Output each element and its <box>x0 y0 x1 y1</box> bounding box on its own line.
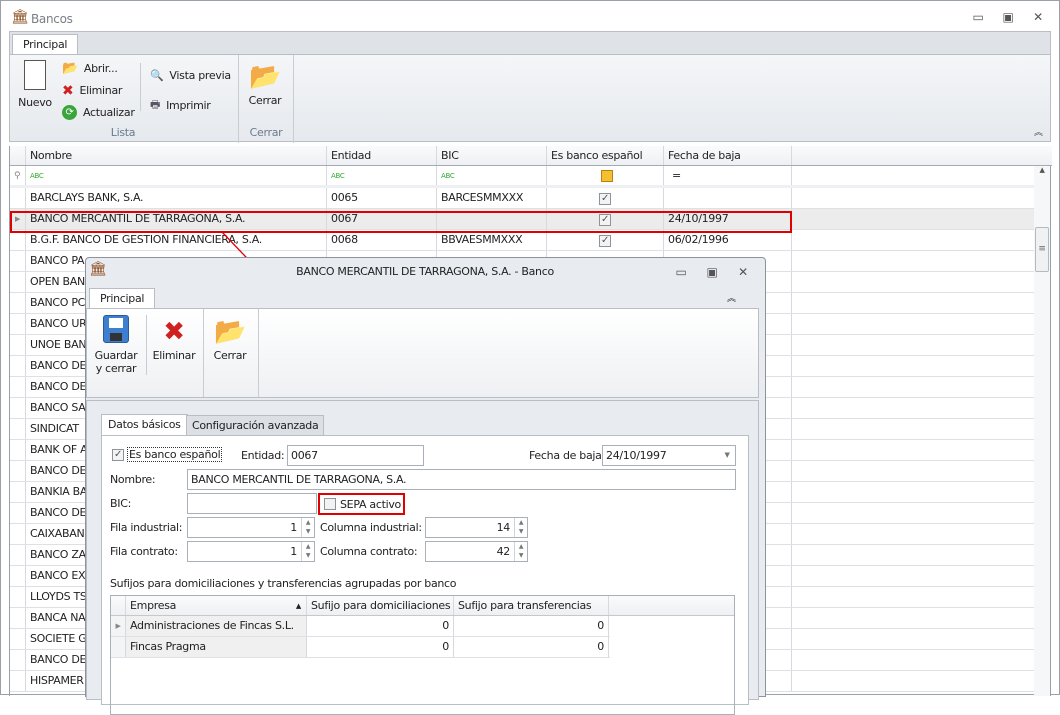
sepa-activo-label: SEPA activo <box>340 497 401 511</box>
guardar-cerrar-button[interactable]: Guardar y cerrar <box>91 315 141 375</box>
spin-arrows-icon[interactable]: ▲ ▼ <box>514 542 527 561</box>
dialog-close-button[interactable]: ✕ <box>734 264 752 280</box>
bic-label: BIC: <box>110 497 131 510</box>
empresa-header-label: Empresa <box>130 599 177 612</box>
nombre-label: Nombre: <box>110 473 156 486</box>
fecha-baja-value: 24/10/1997 <box>606 449 667 462</box>
columna-industrial-label: Columna industrial: <box>320 521 422 534</box>
columna-contrato-value: 42 <box>496 545 511 558</box>
folder-close-icon: 📂 <box>213 317 247 347</box>
spin-arrows-icon[interactable]: ▲ ▼ <box>301 518 314 537</box>
columna-industrial-spinner[interactable]: 14 ▲ ▼ <box>425 517 528 538</box>
sufijos-title: Sufijos para domiciliaciones y transfere… <box>110 577 457 590</box>
cell-sufijo-domiciliaciones: 0 <box>307 616 454 636</box>
bic-input[interactable] <box>187 493 317 514</box>
tab-configuracion-avanzada[interactable]: Configuración avanzada <box>186 415 325 435</box>
separator <box>258 309 259 397</box>
nombre-input[interactable]: BANCO MERCANTIL DE TARRAGONA, S.A. <box>187 469 736 490</box>
dialog-cerrar-button[interactable]: 📂 Cerrar <box>209 315 251 362</box>
delete-x-icon: ✖ <box>163 317 185 347</box>
sufijos-grid: Empresa ▲ Sufijo para domiciliaciones Suf… <box>110 595 735 715</box>
fila-industrial-label: Fila industrial: <box>110 521 183 534</box>
entidad-label: Entidad: <box>241 449 285 462</box>
sufijos-rows: ▶ Administraciones de Fincas S.L. 0 0 Fincas… <box>111 616 734 658</box>
fila-contrato-spinner[interactable]: 1 ▲ ▼ <box>187 541 315 562</box>
columna-industrial-value: 14 <box>496 521 511 534</box>
columna-contrato-spinner[interactable]: 42 ▲ ▼ <box>425 541 528 562</box>
fecha-baja-input[interactable]: 24/10/1997 ▼ <box>602 445 736 466</box>
spin-arrows-icon[interactable]: ▲ ▼ <box>514 518 527 537</box>
es-banco-label: Es banco español <box>127 447 223 462</box>
dropdown-arrow-icon[interactable]: ▼ <box>719 446 735 465</box>
save-disk-icon <box>103 315 129 343</box>
dialog-tab-principal[interactable]: Principal <box>89 288 156 309</box>
dialog-title: BANCO MERCANTIL DE TARRAGONA, S.A. - Ban… <box>296 265 554 278</box>
row-indicator <box>111 637 126 657</box>
es-banco-checkbox[interactable]: ✓ Es banco español <box>112 447 223 462</box>
dialog-maximize-button[interactable]: ▣ <box>703 264 721 280</box>
cell-empresa: Fincas Pragma <box>126 637 307 657</box>
fila-industrial-value: 1 <box>290 521 297 534</box>
dialog-cerrar-label: Cerrar <box>213 349 247 362</box>
datos-basicos-panel: ✓ Es banco español Entidad: 0067 Fecha de… <box>101 435 749 715</box>
dialog-collapse-ribbon-button[interactable]: ︽ <box>727 291 736 304</box>
sufijos-header: Empresa ▲ Sufijo para domiciliaciones Suf… <box>111 596 734 616</box>
dialog-eliminar-label: Eliminar <box>152 349 196 362</box>
cell-sufijo-domiciliaciones: 0 <box>307 637 454 657</box>
dialog-minimize-button[interactable]: ▭ <box>672 264 690 280</box>
dialog-ribbon: Guardar y cerrar ✖ Eliminar 📂 Cerrar <box>86 308 759 398</box>
column-header-empresa[interactable]: Empresa ▲ <box>126 596 307 615</box>
guardar-label: Guardar y cerrar <box>94 349 138 375</box>
column-header-sufijo-domiciliaciones[interactable]: Sufijo para domiciliaciones <box>307 596 454 615</box>
separator <box>203 309 204 397</box>
fila-contrato-label: Fila contrato: <box>110 545 178 558</box>
indicator-header <box>111 596 126 615</box>
fecha-baja-label: Fecha de baja: <box>529 449 606 462</box>
entidad-input[interactable]: 0067 <box>287 445 424 466</box>
cell-sufijo-transferencias: 0 <box>454 637 609 657</box>
dialog-eliminar-button[interactable]: ✖ Eliminar <box>151 315 197 362</box>
sort-ascending-icon: ▲ <box>295 602 301 610</box>
dialog-body: Datos básicos Configuración avanzada ✓ Es… <box>86 400 759 715</box>
checkbox-checked-icon: ✓ <box>112 448 124 461</box>
fila-contrato-value: 1 <box>290 545 297 558</box>
cell-sufijo-transferencias: 0 <box>454 616 609 636</box>
separator <box>146 315 147 375</box>
sepa-activo-checkbox[interactable]: SEPA activo <box>318 493 405 515</box>
columna-contrato-label: Columna contrato: <box>320 545 418 558</box>
sufijo-row[interactable]: Fincas Pragma 0 0 <box>111 637 610 658</box>
fila-industrial-spinner[interactable]: 1 ▲ ▼ <box>187 517 315 538</box>
column-header-sufijo-transferencias[interactable]: Sufijo para transferencias <box>454 596 609 615</box>
checkbox-unchecked-icon <box>324 498 336 510</box>
spin-arrows-icon[interactable]: ▲ ▼ <box>301 542 314 561</box>
cell-empresa: Administraciones de Fincas S.L. <box>126 616 307 636</box>
row-indicator: ▶ <box>111 616 126 636</box>
banco-dialog: 🏛 BANCO MERCANTIL DE TARRAGONA, S.A. - B… <box>85 257 766 715</box>
sufijo-row[interactable]: ▶ Administraciones de Fincas S.L. 0 0 <box>111 616 610 637</box>
tab-datos-basicos[interactable]: Datos básicos <box>101 414 188 435</box>
